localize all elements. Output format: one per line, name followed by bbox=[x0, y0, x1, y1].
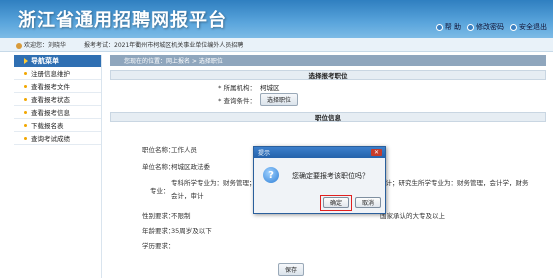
sidebar-item-exam-info[interactable]: 查看报考信息 bbox=[14, 106, 101, 119]
select-section-header: 选择报考职位 bbox=[110, 70, 546, 80]
sidebar: 导航菜单 注册信息维护 查看报考文件 查看报考状态 查看报考信息 下载报名表 查… bbox=[14, 55, 102, 278]
sidebar-item-scores[interactable]: 查询考试成绩 bbox=[14, 132, 101, 145]
logout-link[interactable]: 安全退出 bbox=[510, 22, 547, 32]
age-label: 年龄要求： bbox=[142, 227, 175, 235]
org-label: * 所属机构： bbox=[218, 83, 256, 92]
question-icon: ? bbox=[263, 167, 279, 183]
bullet-icon bbox=[24, 97, 27, 101]
cancel-button[interactable]: 取消 bbox=[355, 197, 381, 208]
position-name-label: 职位名称： bbox=[142, 146, 175, 154]
org-value: 柯城区 bbox=[260, 83, 280, 92]
gender-value: 不限制 bbox=[171, 212, 191, 220]
bullet-icon bbox=[24, 84, 27, 88]
age-value: 35周岁及以下 bbox=[171, 227, 212, 235]
help-label: 帮 助 bbox=[444, 23, 461, 31]
info-bar: 欢迎您：刘晓华 报考考试：2021年衢州市柯城区机关事业单位编外人员招聘 bbox=[0, 38, 553, 52]
unit-name-value: 柯城区政法委 bbox=[171, 163, 210, 171]
dialog-title: 提示 bbox=[254, 147, 385, 158]
org-row: * 所属机构： 柯城区 bbox=[110, 80, 546, 93]
arrow-right-icon bbox=[24, 58, 28, 64]
education-label: 学历要求： bbox=[142, 242, 175, 250]
help-link[interactable]: 帮 助 bbox=[435, 22, 461, 32]
change-password-label: 修改密码 bbox=[476, 23, 504, 31]
bullet-icon bbox=[24, 110, 27, 114]
sidebar-item-register-info[interactable]: 注册信息维护 bbox=[14, 67, 101, 80]
cond-label: * 查询条件： bbox=[218, 96, 256, 105]
site-title: 浙江省通用招聘网报平台 bbox=[18, 10, 227, 31]
help-icon bbox=[435, 23, 443, 31]
gender-label: 性别要求： bbox=[142, 212, 175, 220]
unit-name-label: 单位名称： bbox=[142, 163, 175, 171]
nav-header: 导航菜单 bbox=[14, 55, 101, 67]
top-links: 帮 助 修改密码 安全退出 bbox=[435, 22, 547, 32]
bullet-icon bbox=[24, 123, 27, 127]
select-position-button[interactable]: 选择职位 bbox=[260, 93, 299, 106]
major-label: 专业： bbox=[150, 187, 170, 195]
change-password-link[interactable]: 修改密码 bbox=[467, 22, 504, 32]
breadcrumb: 您现在的位置：网上报名 > 选择职位 bbox=[110, 55, 546, 66]
exit-icon bbox=[510, 23, 517, 31]
logout-label: 安全退出 bbox=[519, 23, 547, 31]
cond-row: * 查询条件： 选择职位 bbox=[110, 93, 546, 106]
save-button[interactable]: 保存 bbox=[278, 263, 305, 276]
close-icon[interactable]: ✕ bbox=[371, 149, 382, 156]
bullet-icon bbox=[24, 71, 27, 75]
ok-button[interactable]: 确定 bbox=[323, 197, 349, 208]
welcome-text: 欢迎您：刘晓华 bbox=[16, 40, 66, 49]
sidebar-item-exam-files[interactable]: 查看报考文件 bbox=[14, 80, 101, 93]
sidebar-item-exam-status[interactable]: 查看报考状态 bbox=[14, 93, 101, 106]
position-name-value: 工作人员 bbox=[171, 146, 197, 154]
confirm-dialog: 提示 ✕ ? 您确定要报考该职位吗？ 确定 取消 bbox=[253, 146, 386, 214]
exam-text: 报考考试：2021年衢州市柯城区机关事业单位编外人员招聘 bbox=[84, 42, 244, 49]
key-icon bbox=[467, 23, 474, 31]
app-header: 浙江省通用招聘网报平台 帮 助 修改密码 安全退出 bbox=[0, 0, 553, 38]
bullet-icon bbox=[24, 136, 27, 140]
info-section-header: 职位信息 bbox=[110, 112, 546, 122]
education-value: 国家承认的大专及以上 bbox=[380, 212, 445, 220]
dialog-message: 您确定要报考该职位吗？ bbox=[292, 172, 369, 180]
sidebar-item-download-form[interactable]: 下载报名表 bbox=[14, 119, 101, 132]
user-icon bbox=[16, 42, 22, 49]
